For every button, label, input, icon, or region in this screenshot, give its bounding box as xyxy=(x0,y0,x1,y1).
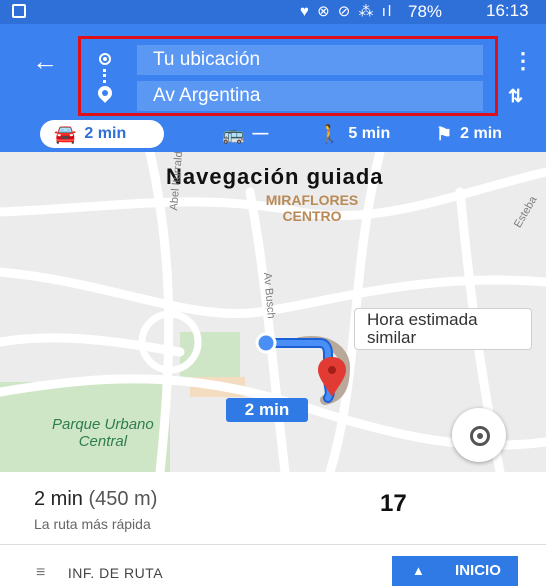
origin-dot-icon xyxy=(99,53,111,65)
eta-line-1: Hora estimada xyxy=(367,310,478,329)
district-line-2: CENTRO xyxy=(282,208,342,224)
route-distance: (450 m) xyxy=(88,488,158,510)
mode-transit-time: — xyxy=(252,125,269,142)
swap-icon[interactable]: ⇅ xyxy=(508,86,523,107)
park-line-2: Central xyxy=(78,433,128,450)
divider xyxy=(0,544,546,545)
mode-ride-time: 2 min xyxy=(460,125,502,142)
bus-icon: 🚌 xyxy=(222,124,245,144)
travel-modes: 🚘 2 min 🚌 — 🚶 5 min ⚑ 2 min xyxy=(0,116,546,150)
route-info-label: INF. DE RUTA xyxy=(67,565,164,581)
start-navigation-button[interactable]: ▲ INICIO xyxy=(392,556,518,586)
route-dots-icon xyxy=(103,69,106,83)
district-line-1: MIRAFLORES xyxy=(265,192,359,208)
alternate-route-bubble[interactable]: Hora estimada similar xyxy=(354,308,532,350)
park-label: Parque Urbano Central xyxy=(52,416,154,450)
destination-field[interactable]: Av Argentina xyxy=(137,81,483,111)
mode-car-tab[interactable]: 🚘 2 min xyxy=(40,120,164,148)
map-title: Navegación guiada xyxy=(166,164,384,189)
origin-field[interactable]: Tu ubicación xyxy=(137,45,483,75)
mode-car-time: 2 min xyxy=(84,125,127,142)
number-label: 17 xyxy=(380,490,407,517)
clock: 16:13 xyxy=(486,1,529,20)
map-view[interactable]: Navegación guiada MIRAFLORES CENTRO Abel… xyxy=(0,152,546,472)
mode-walk-time: 5 min xyxy=(348,125,391,142)
navigation-arrow-icon: ▲ xyxy=(412,563,425,578)
directions-header: ← Tu ubicación Av Argentina ⋮ ⇅ 🚘 2 min … xyxy=(0,24,546,152)
eta-line-2: similar xyxy=(367,328,417,347)
route-summary: 2 min (450 m) xyxy=(34,488,157,511)
list-icon: ≡ xyxy=(36,564,46,581)
mode-transit-tab[interactable]: 🚌 — xyxy=(222,120,268,148)
status-icons: ♥ ⊗ ⊘ ⁂ ıl xyxy=(300,3,394,20)
mode-walk-tab[interactable]: 🚶 5 min xyxy=(318,120,390,148)
ride-icon: ⚑ xyxy=(436,124,453,144)
park-line-1: Parque Urbano xyxy=(52,416,154,433)
notification-icon xyxy=(12,4,26,18)
more-options-icon[interactable]: ⋮ xyxy=(512,50,534,72)
route-subtitle: La ruta más rápida xyxy=(34,516,151,532)
status-bar: ♥ ⊗ ⊘ ⁂ ıl 78% 16:13 xyxy=(0,0,546,24)
back-arrow-icon[interactable]: ← xyxy=(32,48,58,74)
mode-ride-tab[interactable]: ⚑ 2 min xyxy=(436,120,502,148)
route-info-button[interactable]: ≡ INF. DE RUTA xyxy=(36,564,163,582)
destination-pin-icon xyxy=(95,83,115,103)
my-location-icon[interactable] xyxy=(452,408,506,462)
district-label: MIRAFLORES CENTRO xyxy=(252,192,372,224)
route-fields-box: Tu ubicación Av Argentina xyxy=(78,36,498,116)
start-label: INICIO xyxy=(455,562,501,579)
route-duration: 2 min xyxy=(34,488,83,510)
route-time-chip[interactable]: 2 min xyxy=(226,398,308,422)
route-summary-sheet: 2 min (450 m) La ruta más rápida 17 ≡ IN… xyxy=(0,472,546,586)
walk-icon: 🚶 xyxy=(318,124,341,144)
battery-level: 78% xyxy=(408,2,443,21)
car-icon: 🚘 xyxy=(54,124,77,144)
